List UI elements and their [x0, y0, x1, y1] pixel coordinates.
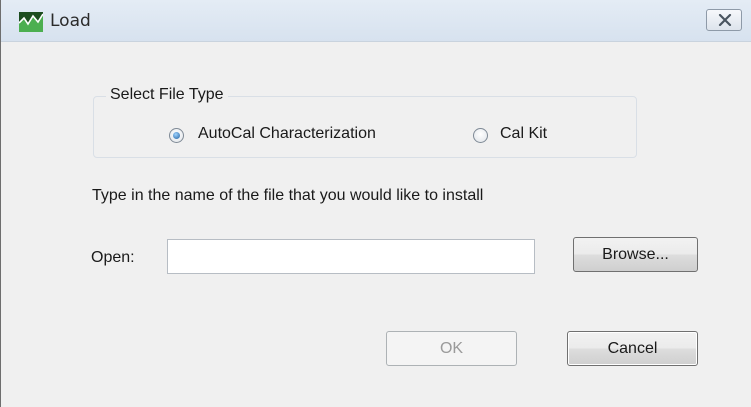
close-button[interactable]	[706, 9, 742, 31]
calkit-radio[interactable]	[473, 128, 488, 143]
load-dialog: Load Select File Type AutoCal Characteri…	[0, 0, 751, 407]
calkit-radio-label[interactable]: Cal Kit	[500, 125, 547, 143]
autocal-radio-label[interactable]: AutoCal Characterization	[198, 125, 376, 143]
chart-app-icon	[19, 12, 43, 32]
window-title: Load	[50, 11, 91, 31]
instruction-text: Type in the name of the file that you wo…	[92, 187, 484, 204]
file-type-group-label: Select File Type	[106, 86, 228, 104]
autocal-radio[interactable]	[169, 128, 184, 143]
title-bar[interactable]: Load	[1, 0, 751, 42]
browse-button[interactable]: Browse...	[573, 237, 698, 272]
cancel-button[interactable]: Cancel	[567, 331, 698, 366]
close-x-icon	[718, 14, 732, 26]
open-file-input[interactable]	[167, 239, 535, 274]
open-label: Open:	[91, 249, 135, 266]
ok-button[interactable]: OK	[386, 331, 517, 366]
